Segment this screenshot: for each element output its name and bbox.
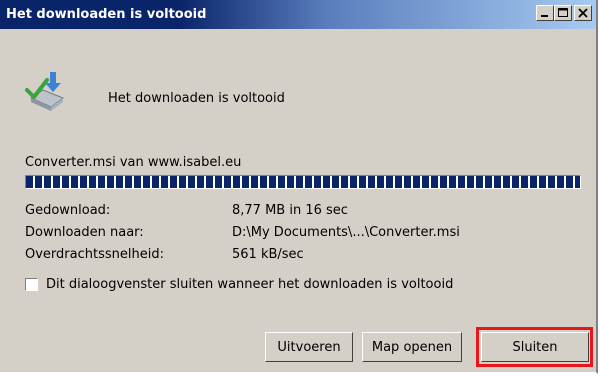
maximize-button[interactable]: [554, 5, 572, 21]
window-title: Het downloaden is voltooid: [6, 7, 207, 22]
headline: Het downloaden is voltooid: [108, 91, 285, 106]
download-source: Converter.msi van www.isabel.eu: [25, 155, 242, 170]
destination-label: Downloaden naar:: [25, 225, 144, 240]
auto-close-label[interactable]: Dit dialoogvenster sluiten wanneer het d…: [46, 277, 453, 292]
minimize-icon: [541, 15, 548, 17]
close-icon: [578, 8, 588, 18]
window-controls: [536, 5, 592, 21]
destination-value: D:\My Documents\...\Converter.msi: [232, 225, 460, 240]
run-button[interactable]: Uitvoeren: [265, 332, 353, 362]
minimize-button[interactable]: [536, 5, 554, 21]
download-complete-icon: [25, 72, 65, 111]
transfer-rate-value: 561 kB/sec: [232, 247, 304, 262]
auto-close-checkbox[interactable]: [25, 278, 38, 291]
download-complete-dialog: Het downloaden is voltooid Het downloade…: [0, 0, 598, 374]
title-bar[interactable]: Het downloaden is voltooid: [0, 0, 596, 29]
open-folder-button[interactable]: Map openen: [362, 332, 462, 362]
downloaded-label: Gedownload:: [25, 203, 111, 218]
downloaded-value: 8,77 MB in 16 sec: [232, 203, 348, 218]
close-button[interactable]: [574, 5, 592, 21]
transfer-rate-label: Overdrachtssnelheid:: [25, 247, 164, 262]
progress-bar: [25, 175, 581, 189]
close-button-highlight: [476, 327, 593, 367]
maximize-icon: [558, 8, 568, 17]
progress-fill: [26, 176, 580, 188]
auto-close-option[interactable]: Dit dialoogvenster sluiten wanneer het d…: [25, 277, 453, 292]
